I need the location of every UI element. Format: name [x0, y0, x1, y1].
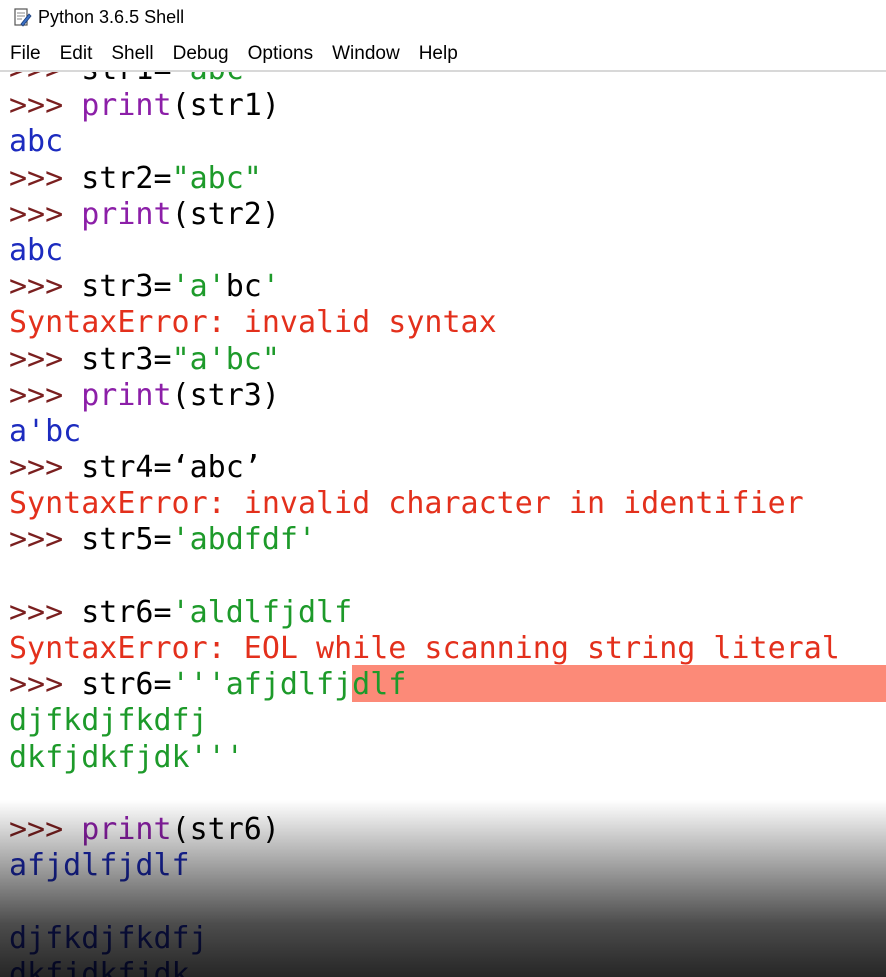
shell-token-str: "abc": [171, 160, 262, 196]
shell-token-out: a'bc: [9, 413, 82, 449]
shell-line: abc: [9, 233, 840, 269]
shell-token-str: "a'bc": [171, 341, 280, 377]
shell-token-kw: print: [81, 377, 172, 413]
shell-token-prompt: >>>: [9, 196, 82, 232]
window-title: Python 3.6.5 Shell: [38, 6, 185, 27]
menu-window[interactable]: Window: [323, 43, 410, 65]
shell-token-err: SyntaxError: invalid character in identi…: [9, 486, 804, 522]
shell-token-prompt: >>>: [9, 269, 82, 305]
shell-line: >>> print(str6): [9, 812, 840, 848]
shell-token-str: djfkdjfkdfj: [9, 703, 208, 739]
menu-debug[interactable]: Debug: [164, 43, 239, 65]
shell-token-plain: (str2): [171, 196, 280, 232]
shell-token-kw: print: [81, 196, 172, 232]
menu-edit[interactable]: Edit: [51, 43, 103, 65]
python-idle-icon: [14, 8, 32, 27]
shell-token-str: 'aldlfjdlf: [171, 594, 353, 630]
shell-token-plain: str3=: [81, 341, 172, 377]
shell-token-err: SyntaxError: invalid syntax: [9, 305, 497, 341]
shell-line: >>> str3="a'bc": [9, 342, 840, 378]
shell-line: djfkdjfkdfj: [9, 703, 840, 739]
shell-token-str: dkfjdkfjdk''': [9, 739, 244, 775]
shell-output-lines: >>> str1='abc'>>> print(str1)abc>>> str2…: [9, 72, 840, 977]
shell-line: a'bc: [9, 414, 840, 450]
shell-line: dkfjdkfjdk''': [9, 740, 840, 776]
shell-token-kw: print: [81, 88, 172, 124]
shell-token-str: 'abdfdf': [171, 522, 317, 558]
shell-token-out: abc: [9, 232, 64, 268]
shell-token-prompt: >>>: [9, 450, 82, 486]
shell-token-plain: str1=: [81, 72, 171, 87]
shell-token-str: ': [261, 269, 280, 305]
shell-line: >>> print(str2): [9, 197, 840, 233]
shell-token-err: SyntaxError: EOL while scanning string l…: [9, 631, 840, 666]
shell-text-area[interactable]: >>> str1='abc'>>> print(str1)abc>>> str2…: [0, 72, 886, 977]
menu-bar: File Edit Shell Debug Options Window Hel…: [0, 38, 886, 70]
shell-token-str: 'a': [171, 269, 226, 305]
shell-token-plain: str4=‘abc’: [81, 450, 262, 486]
shell-line: >>> str3='a'bc': [9, 269, 840, 305]
shell-token-plain: bc: [225, 269, 262, 305]
shell-token-plain: str6=: [81, 667, 172, 703]
shell-token-plain: (str1): [171, 88, 280, 124]
menu-help[interactable]: Help: [410, 43, 468, 65]
shell-token-prompt: >>>: [9, 377, 82, 413]
shell-line: afjdlfjdlf: [9, 848, 840, 884]
shell-line: SyntaxError: invalid syntax: [9, 305, 840, 341]
shell-line: >>> str2="abc": [9, 161, 840, 197]
shell-line: >>> print(str1): [9, 88, 840, 124]
shell-token-kw: print: [81, 811, 172, 847]
menu-shell[interactable]: Shell: [102, 43, 163, 65]
shell-line: >>> str6='aldlfjdlf: [9, 595, 840, 631]
shell-line: SyntaxError: EOL while scanning string l…: [9, 631, 840, 667]
menu-options[interactable]: Options: [239, 43, 323, 65]
shell-line: djfkdjfkdfj: [9, 921, 840, 957]
shell-token-prompt: >>>: [9, 160, 82, 196]
shell-token-prompt: >>>: [9, 667, 82, 703]
shell-line: dkfjdkfjdk: [9, 957, 840, 977]
shell-token-str: '''afjdlfjdlf: [171, 667, 407, 703]
shell-token-prompt: >>>: [9, 811, 82, 847]
shell-token-plain: str6=: [81, 594, 172, 630]
shell-token-str: 'abc': [172, 72, 262, 87]
shell-token-out: djfkdjfkdfj: [9, 920, 208, 956]
shell-token-prompt: >>>: [9, 522, 82, 558]
shell-token-out: abc: [9, 124, 64, 160]
shell-line: >>> str1='abc': [9, 72, 840, 88]
shell-token-prompt: >>>: [9, 341, 82, 377]
shell-token-out: afjdlfjdlf: [9, 848, 190, 884]
shell-token-prompt: >>>: [9, 88, 82, 124]
shell-token-plain: (str3): [171, 377, 280, 413]
shell-token-plain: (str6): [171, 811, 280, 847]
shell-line: >>> str4=‘abc’: [9, 450, 840, 486]
shell-line: >>> str5='abdfdf': [9, 522, 840, 558]
title-bar: Python 3.6.5 Shell: [0, 0, 886, 34]
shell-token-plain: str2=: [81, 160, 172, 196]
shell-token-plain: str3=: [81, 269, 172, 305]
shell-line: >>> str6='''afjdlfjdlf: [9, 667, 840, 703]
shell-token-prompt: >>>: [9, 72, 81, 87]
shell-token-plain: str5=: [81, 522, 172, 558]
shell-line: SyntaxError: invalid character in identi…: [9, 486, 840, 522]
shell-token-out: dkfjdkfjdk: [9, 956, 190, 977]
shell-line: >>> print(str3): [9, 378, 840, 414]
shell-line: abc: [9, 124, 840, 160]
menu-file[interactable]: File: [0, 43, 51, 65]
shell-token-prompt: >>>: [9, 594, 82, 630]
